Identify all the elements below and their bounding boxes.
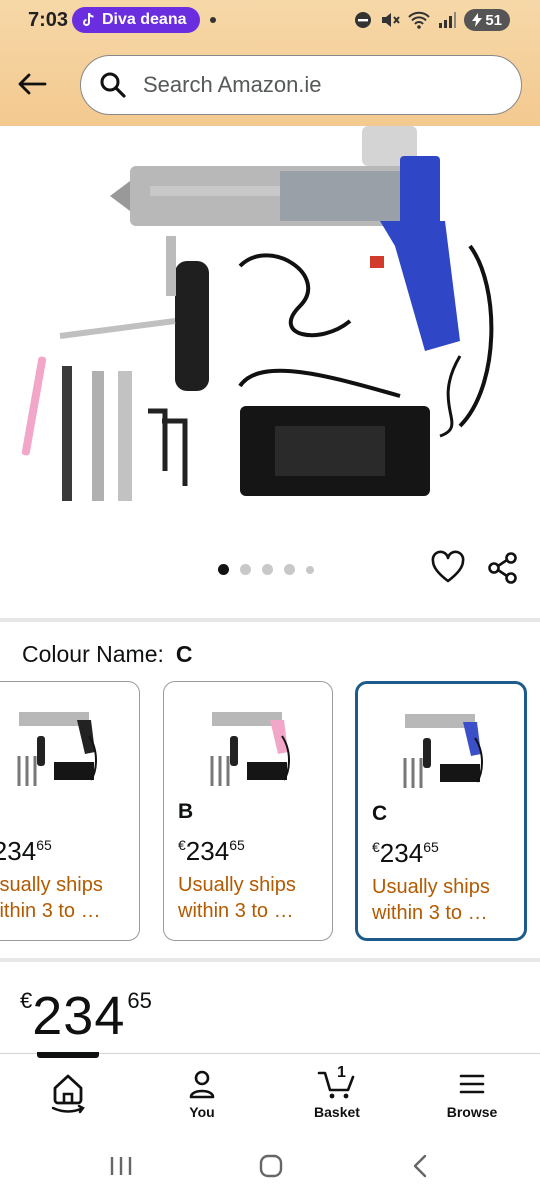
search-icon	[100, 72, 126, 98]
section-divider	[0, 958, 540, 962]
status-time: 7:03	[28, 9, 69, 31]
status-bar: 7:03 Diva deana 51	[0, 0, 540, 40]
nav-home[interactable]	[18, 1068, 118, 1118]
price-whole: 234	[32, 986, 126, 1046]
search-bar[interactable]: Search Amazon.ie	[80, 55, 522, 115]
currency-symbol: €	[178, 837, 186, 853]
image-pager[interactable]	[218, 564, 314, 575]
thumb-handle	[77, 720, 95, 754]
tiktok-icon	[83, 12, 94, 26]
back-nav-icon[interactable]	[408, 1153, 434, 1179]
recents-icon[interactable]	[108, 1153, 134, 1179]
thumb-handle	[463, 722, 481, 756]
share-button[interactable]	[485, 550, 521, 586]
nav-basket[interactable]: 1 Basket	[287, 1064, 387, 1120]
mute-icon	[382, 13, 401, 27]
product-image-gallery[interactable]	[0, 126, 540, 620]
product-page: 7:03 Diva deana 51 Search Amazon.ie Colo…	[0, 0, 540, 1200]
colour-selected-value: C	[175, 641, 193, 667]
option-price: €23465	[372, 838, 439, 869]
price-cents: 65	[127, 988, 152, 1013]
notification-dot	[210, 17, 216, 23]
status-icons: 51	[354, 9, 510, 31]
home-button-icon[interactable]	[258, 1153, 284, 1179]
nav-you[interactable]: You	[152, 1068, 252, 1120]
price-whole: 234	[185, 836, 230, 866]
home-icon	[51, 1074, 85, 1114]
product-price: €23465	[20, 985, 152, 1047]
nav-you-label: You	[189, 1104, 215, 1120]
tiktok-pill-label: Diva deana	[102, 11, 187, 28]
back-button[interactable]	[14, 66, 50, 102]
tiktok-pill[interactable]: Diva deana	[72, 7, 201, 33]
colour-label-text: Colour Name:	[22, 641, 164, 667]
nav-browse-label: Browse	[446, 1104, 498, 1120]
pager-dot[interactable]	[306, 565, 314, 574]
menu-icon	[459, 1074, 485, 1094]
wishlist-button[interactable]	[430, 550, 466, 586]
colour-option-c[interactable]: C €23465 Usually ships within 3 to …	[355, 681, 527, 941]
price-whole: 234	[379, 838, 424, 868]
option-name: B	[178, 800, 194, 823]
price-whole: 234	[0, 836, 37, 866]
active-tab-indicator	[37, 1052, 99, 1058]
option-price: €23465	[0, 836, 52, 867]
currency-symbol: €	[372, 839, 380, 855]
pager-dot[interactable]	[284, 564, 295, 575]
colour-label: Colour Name: C	[22, 641, 193, 668]
option-price: €23465	[178, 836, 245, 867]
thumb-handle	[270, 720, 288, 754]
person-icon	[189, 1070, 215, 1099]
price-cents: 65	[423, 839, 439, 855]
pager-dot[interactable]	[262, 564, 273, 575]
dnd-icon	[355, 12, 372, 28]
product-thumbnail	[210, 712, 290, 786]
charging-icon	[472, 13, 483, 27]
signal-icon	[439, 12, 457, 28]
shipping-note: Usually ships within 3 to …	[0, 874, 103, 922]
product-image	[21, 126, 494, 501]
pager-dot[interactable]	[240, 564, 251, 575]
nav-browse[interactable]: Browse	[422, 1068, 522, 1120]
price-cents: 65	[229, 837, 245, 853]
product-thumbnail	[403, 714, 483, 788]
battery-indicator: 51	[464, 9, 510, 31]
header: 7:03 Diva deana 51 Search Amazon.ie	[0, 0, 540, 126]
arrow-left-icon	[18, 73, 47, 95]
section-divider	[0, 618, 540, 622]
search-placeholder: Search Amazon.ie	[143, 72, 322, 97]
price-currency: €	[20, 988, 33, 1013]
share-icon	[488, 552, 517, 584]
shipping-note: Usually ships within 3 to …	[178, 874, 296, 922]
battery-level: 51	[485, 11, 502, 29]
heart-icon	[431, 550, 465, 583]
colour-option-a[interactable]: A €23465 Usually ships within 3 to …	[0, 681, 140, 941]
pager-dot[interactable]	[218, 564, 229, 575]
system-navigation-bar	[0, 1139, 540, 1200]
wifi-icon	[408, 11, 431, 29]
shipping-note: Usually ships within 3 to …	[372, 876, 490, 924]
nav-basket-label: Basket	[314, 1104, 360, 1120]
product-thumbnail	[17, 712, 97, 786]
basket-badge: 1	[337, 1064, 346, 1081]
price-cents: 65	[36, 837, 52, 853]
option-name: C	[372, 802, 388, 825]
colour-option-b[interactable]: B €23465 Usually ships within 3 to …	[163, 681, 333, 941]
bottom-navigation: You 1 Basket Browse	[0, 1052, 540, 1139]
